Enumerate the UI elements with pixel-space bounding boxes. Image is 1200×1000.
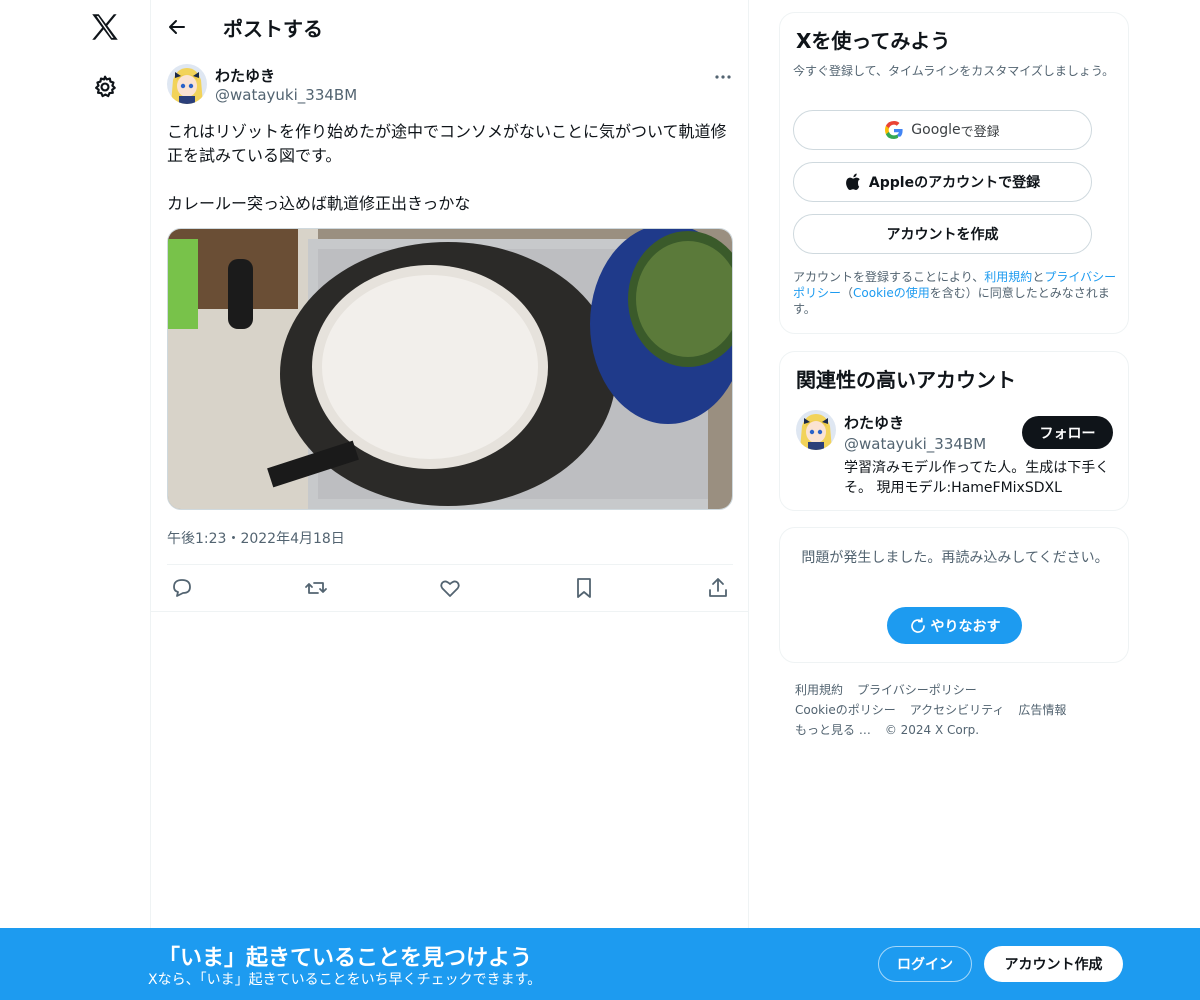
signup-card: Xを使ってみよう 今すぐ登録して、タイムラインをカスタマイズしましょう。 Goo…	[779, 12, 1129, 334]
left-rail	[0, 0, 150, 1000]
refresh-icon	[910, 617, 925, 633]
google-signup-label: で登録	[960, 124, 1000, 140]
avatar[interactable]	[796, 410, 836, 450]
signup-legal-text: アカウントを登録することにより、利用規約とプライバシーポリシー（Cookieの使…	[793, 270, 1117, 316]
page-title: ポストする	[223, 17, 323, 41]
signup-title: Xを使ってみよう	[796, 29, 951, 53]
divider	[167, 564, 733, 565]
retry-button[interactable]: やりなおす	[887, 607, 1022, 644]
related-account-name[interactable]: わたゆき	[844, 412, 904, 433]
gear-icon[interactable]	[92, 74, 118, 100]
related-accounts-card: 関連性の高いアカウント わたゆき @watayuki_334BM フォロー 学習…	[779, 351, 1129, 511]
error-card: 問題が発生しました。再読み込みしてください。 やりなおす	[779, 527, 1129, 663]
related-title: 関連性の高いアカウント	[796, 368, 1016, 392]
footer-link-cookie[interactable]: Cookieのポリシー	[795, 703, 896, 717]
signup-subtitle: 今すぐ登録して、タイムラインをカスタマイズしましょう。	[793, 64, 1115, 78]
google-signup-brand: Google	[911, 122, 961, 138]
footer-link-more[interactable]: もっと見る …	[795, 723, 871, 737]
create-account-label: アカウントを作成	[886, 227, 999, 243]
login-button[interactable]: ログイン	[878, 946, 972, 982]
like-icon[interactable]	[438, 576, 462, 600]
error-message: 問題が発生しました。再読み込みしてください。	[801, 550, 1109, 566]
footer-links: 利用規約 プライバシーポリシー Cookieのポリシー アクセシビリティ 広告情報 も…	[795, 680, 1115, 740]
footer-link-privacy[interactable]: プライバシーポリシー	[857, 683, 977, 697]
banner-title: 「いま」起きていることを見つけよう	[158, 946, 533, 971]
apple-signup-button[interactable]: Appleのアカウントで登録	[793, 162, 1092, 202]
retry-label: やりなおす	[930, 618, 1001, 635]
footer-link-terms[interactable]: 利用規約	[795, 683, 843, 697]
share-icon[interactable]	[706, 576, 730, 600]
post-actions	[167, 574, 733, 602]
terms-link[interactable]: 利用規約	[984, 270, 1032, 284]
cookie-link[interactable]: Cookieの使用	[853, 286, 930, 300]
post-photo[interactable]	[167, 228, 733, 510]
follow-button[interactable]: フォロー	[1022, 416, 1113, 449]
more-options-icon[interactable]	[713, 67, 733, 87]
post-text: これはリゾットを作り始めたが途中でコンソメがないことに気がついて軌道修正を試みて…	[167, 122, 727, 213]
google-icon	[885, 121, 903, 139]
bookmark-icon[interactable]	[572, 576, 596, 600]
back-arrow-icon[interactable]	[165, 15, 189, 39]
create-account-button[interactable]: アカウントを作成	[793, 214, 1092, 254]
related-account-bio: 学習済みモデル作ってた人。生成は下手くそ。 現用モデル:HameFMixSDXL	[844, 460, 1110, 496]
footer-link-ads[interactable]: 広告情報	[1018, 703, 1066, 717]
signup-banner: 「いま」起きていることを見つけよう Xなら、「いま」起きていることをいち早くチェ…	[0, 928, 1200, 1000]
author-handle[interactable]: @watayuki_334BM	[215, 86, 357, 104]
banner-create-account-button[interactable]: アカウント作成	[984, 946, 1123, 982]
repost-icon[interactable]	[304, 576, 328, 600]
related-account-handle[interactable]: @watayuki_334BM	[844, 435, 986, 453]
page-header: ポストする	[151, 0, 748, 54]
footer-copyright: © 2024 X Corp.	[884, 723, 980, 737]
banner-subtitle: Xなら、「いま」起きていることをいち早くチェックできます。	[148, 972, 542, 988]
google-signup-button[interactable]: Google で登録	[793, 110, 1092, 150]
footer-link-accessibility[interactable]: アクセシビリティ	[910, 703, 1005, 717]
avatar[interactable]	[167, 64, 207, 104]
author-name[interactable]: わたゆき	[215, 65, 275, 86]
post-timestamp[interactable]: 午後1:23・2022年4月18日	[167, 528, 345, 548]
main-column: ポストする わたゆき @watayuki_334BM これはリゾットを作り始めた…	[150, 0, 749, 1000]
apple-signup-label: Appleのアカウントで登録	[868, 175, 1041, 191]
divider	[151, 611, 749, 612]
apple-icon	[845, 173, 860, 190]
reply-icon[interactable]	[170, 576, 194, 600]
x-logo-icon[interactable]	[88, 10, 122, 44]
